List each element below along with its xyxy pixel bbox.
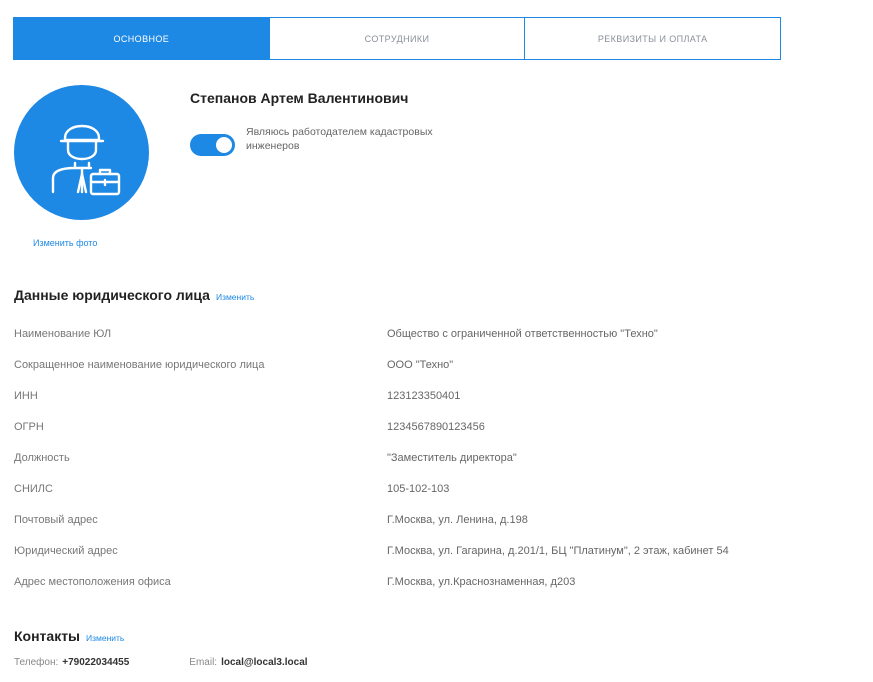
detail-row: ИНН 123123350401	[14, 380, 864, 411]
legal-section-title: Данные юридического лица Изменить	[14, 287, 254, 303]
email-item: Email: local@local3.local	[189, 657, 307, 668]
detail-label: ИНН	[14, 389, 38, 402]
detail-label: Юридический адрес	[14, 544, 118, 557]
email-label: Email:	[189, 657, 218, 668]
phone-label: Телефон:	[14, 657, 59, 668]
tab-requisites-payment[interactable]: Реквизиты и оплата	[525, 18, 781, 59]
detail-label: Адрес местоположения офиса	[14, 575, 171, 588]
phone-value: +79022034455	[62, 657, 130, 668]
contacts-info: Телефон: +79022034455 Email: local@local…	[14, 657, 308, 668]
detail-row: Адрес местоположения офиса Г.Москва, ул.К…	[14, 566, 864, 597]
tab-main[interactable]: Основное	[14, 18, 270, 59]
detail-value: 1234567890123456	[387, 420, 485, 433]
detail-label: СНИЛС	[14, 482, 53, 495]
detail-label: ОГРН	[14, 420, 44, 433]
detail-value: ООО "Техно"	[387, 358, 454, 371]
legal-details-list: Наименование ЮЛ Общество с ограниченной о…	[14, 318, 864, 597]
detail-row: СНИЛС 105-102-103	[14, 473, 864, 504]
contacts-title-text: Контакты	[14, 628, 81, 644]
tab-employees[interactable]: Сотрудники	[269, 18, 526, 59]
detail-value: Общество с ограниченной ответственностью…	[387, 327, 658, 340]
change-photo-link[interactable]: Изменить фото	[33, 238, 97, 248]
detail-row: Наименование ЮЛ Общество с ограниченной о…	[14, 318, 864, 349]
detail-row: Юридический адрес Г.Москва, ул. Гагарина,…	[14, 535, 864, 566]
detail-value: Г.Москва, ул. Гагарина, д.201/1, БЦ "Пла…	[387, 544, 729, 557]
employer-toggle-label: Являюсь работодателем кадастровых инжене…	[246, 126, 433, 152]
detail-row: Почтовый адрес Г.Москва, ул. Ленина, д.19…	[14, 504, 864, 535]
email-value: local@local3.local	[221, 657, 308, 668]
detail-value: 123123350401	[387, 389, 461, 402]
employer-toggle[interactable]	[190, 134, 235, 156]
contacts-edit-link[interactable]: Изменить	[86, 633, 124, 643]
detail-value: Г.Москва, ул.Краснознаменная, д203	[387, 575, 576, 588]
detail-value: "Заместитель директора"	[387, 451, 517, 464]
tab-bar: Основное Сотрудники Реквизиты и оплата	[13, 17, 781, 60]
detail-label: Сокращенное наименование юридического ли…	[14, 358, 265, 371]
detail-value: 105-102-103	[387, 482, 450, 495]
detail-label: Должность	[14, 451, 70, 464]
detail-row: Сокращенное наименование юридического ли…	[14, 349, 864, 380]
avatar[interactable]	[14, 85, 149, 220]
detail-label: Наименование ЮЛ	[14, 327, 112, 340]
detail-value: Г.Москва, ул. Ленина, д.198	[387, 513, 528, 526]
contacts-section-title: Контакты Изменить	[14, 628, 124, 644]
employee-briefcase-icon	[51, 124, 120, 195]
legal-title-text: Данные юридического лица	[14, 287, 210, 303]
phone-item: Телефон: +79022034455	[14, 657, 129, 668]
person-name: Степанов Артем Валентинович	[190, 90, 409, 106]
detail-row: ОГРН 1234567890123456	[14, 411, 864, 442]
legal-edit-link[interactable]: Изменить	[216, 292, 254, 302]
toggle-knob	[216, 137, 232, 153]
detail-label: Почтовый адрес	[14, 513, 98, 526]
detail-row: Должность "Заместитель директора"	[14, 442, 864, 473]
